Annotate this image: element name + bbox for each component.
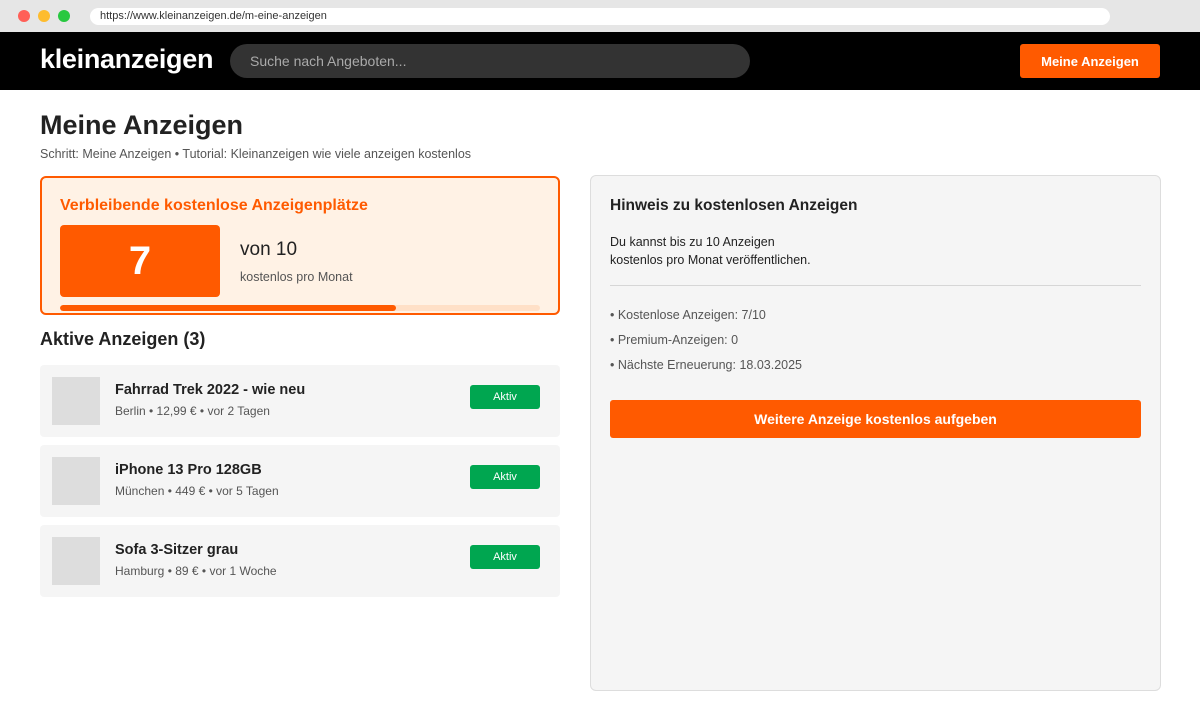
site-header: kleinanzeigen Meine Anzeigen: [0, 32, 1200, 90]
info-panel-text: Du kannst bis zu 10 Anzeigen kostenlos p…: [610, 233, 930, 269]
listing-title[interactable]: iPhone 13 Pro 128GB: [115, 462, 262, 478]
fact-free-ads: • Kostenlose Anzeigen: 7/10: [610, 308, 766, 322]
listing-title[interactable]: Sofa 3-Sitzer grau: [115, 542, 238, 558]
listing-title[interactable]: Fahrrad Trek 2022 - wie neu: [115, 382, 305, 398]
listing-item[interactable]: Sofa 3-Sitzer grau Hamburg • 89 € • vor …: [40, 525, 560, 597]
info-text-line: kostenlos pro Monat veröffentlichen.: [610, 253, 811, 267]
free-ad-quota-card: Verbleibende kostenlose Anzeigenplätze 7…: [40, 176, 560, 315]
info-text-line: Du kannst bis zu 10 Anzeigen: [610, 235, 775, 249]
my-ads-button[interactable]: Meine Anzeigen: [1020, 44, 1160, 78]
browser-chrome: https://www.kleinanzeigen.de/m-eine-anze…: [0, 0, 1200, 32]
listing-thumbnail[interactable]: [52, 537, 100, 585]
listing-meta: München • 449 € • vor 5 Tagen: [115, 484, 279, 498]
page-title: Meine Anzeigen: [40, 110, 244, 140]
address-bar[interactable]: https://www.kleinanzeigen.de/m-eine-anze…: [90, 8, 1110, 25]
listing-meta: Hamburg • 89 € • vor 1 Woche: [115, 564, 277, 578]
quota-subtitle: kostenlos pro Monat: [240, 270, 353, 284]
status-badge: Aktiv: [470, 385, 540, 409]
search-input[interactable]: [230, 44, 750, 78]
window-maximize-icon[interactable]: [58, 10, 70, 22]
quota-remaining-count: 7: [60, 225, 220, 297]
listing-item[interactable]: Fahrrad Trek 2022 - wie neu Berlin • 12,…: [40, 365, 560, 437]
quota-progress-bar: [60, 305, 540, 311]
breadcrumb: Schritt: Meine Anzeigen • Tutorial: Klei…: [40, 147, 472, 161]
quota-total: von 10: [240, 239, 298, 260]
free-ads-info-panel: Hinweis zu kostenlosen Anzeigen Du kanns…: [590, 175, 1161, 691]
listing-item[interactable]: iPhone 13 Pro 128GB München • 449 € • vo…: [40, 445, 560, 517]
listing-thumbnail[interactable]: [52, 377, 100, 425]
status-badge: Aktiv: [470, 465, 540, 489]
listing-meta: Berlin • 12,99 € • vor 2 Tagen: [115, 404, 270, 418]
window-minimize-icon[interactable]: [38, 10, 50, 22]
fact-next-renewal: • Nächste Erneuerung: 18.03.2025: [610, 358, 803, 372]
status-badge: Aktiv: [470, 545, 540, 569]
fact-premium-ads: • Premium-Anzeigen: 0: [610, 333, 739, 347]
active-ads-heading: Aktive Anzeigen (3): [40, 329, 206, 349]
site-logo[interactable]: kleinanzeigen: [40, 44, 213, 75]
quota-title: Verbleibende kostenlose Anzeigenplätze: [60, 197, 368, 214]
listing-thumbnail[interactable]: [52, 457, 100, 505]
post-free-ad-button[interactable]: Weitere Anzeige kostenlos aufgeben: [610, 400, 1141, 438]
quota-progress-fill: [60, 305, 396, 311]
divider: [610, 285, 1141, 286]
window-close-icon[interactable]: [18, 10, 30, 22]
info-facts-list: • Kostenlose Anzeigen: 7/10 • Premium-An…: [610, 308, 802, 383]
info-panel-title: Hinweis zu kostenlosen Anzeigen: [610, 197, 858, 214]
